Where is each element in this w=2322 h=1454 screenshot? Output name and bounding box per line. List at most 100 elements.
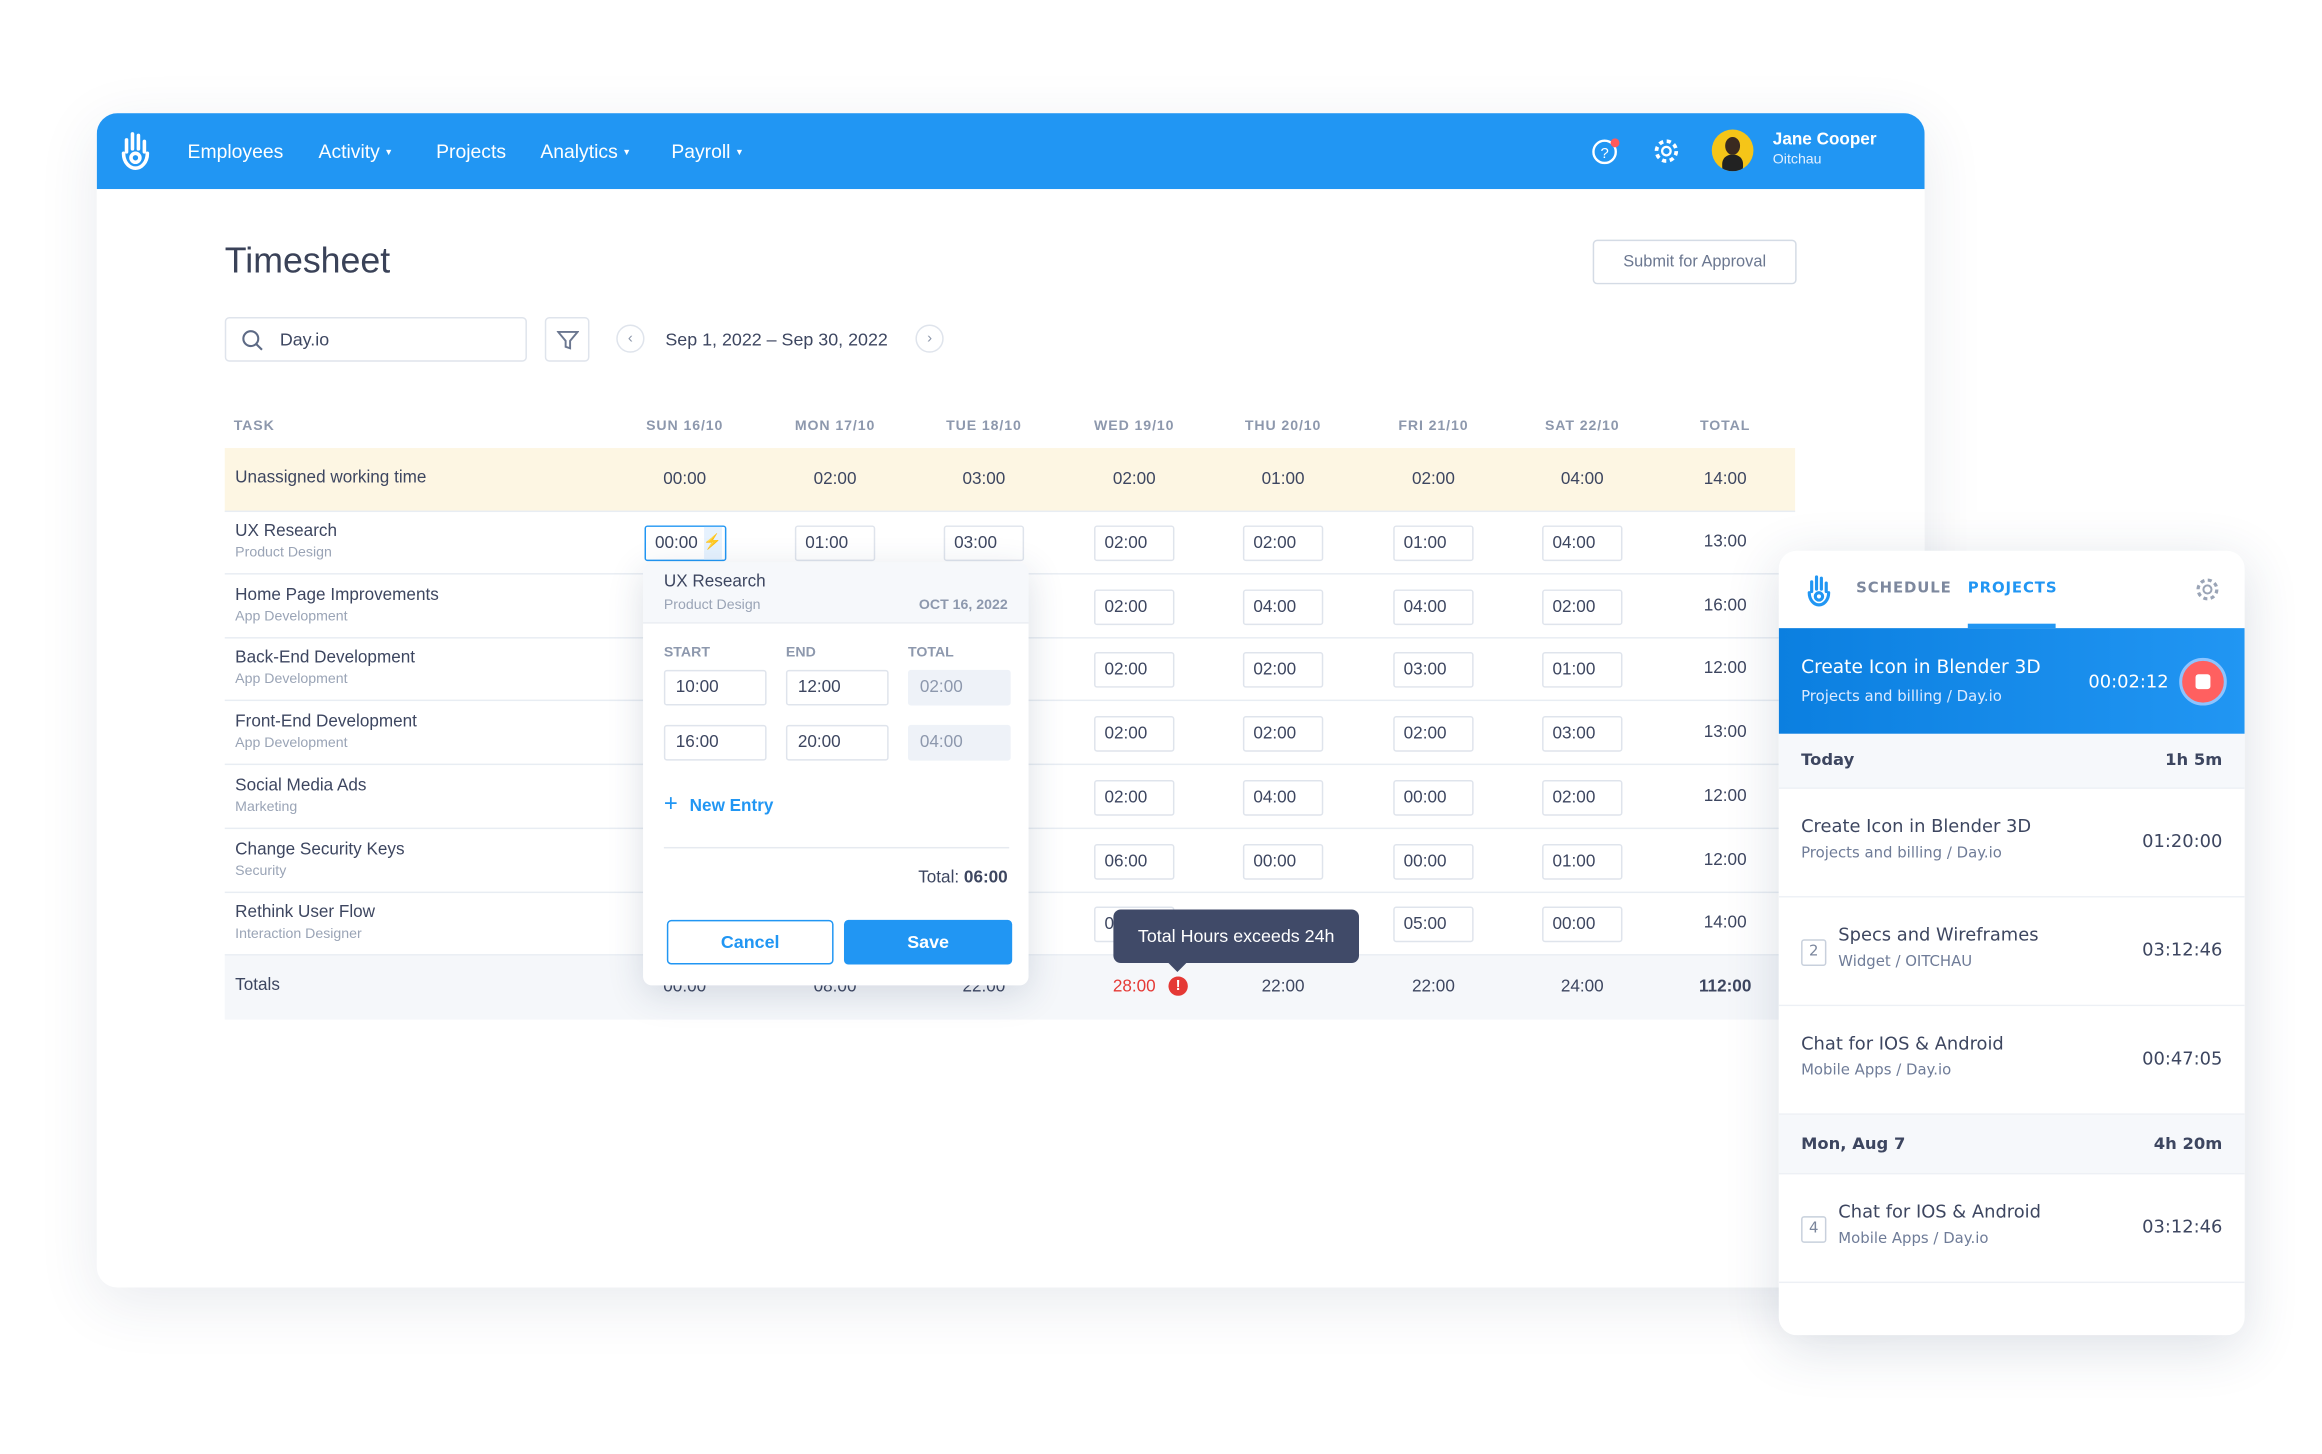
submit-for-approval-button[interactable]: Submit for Approval [1592,239,1797,285]
time-cell-input[interactable]: 02:00 [1094,525,1175,562]
total-label: Total: [918,869,960,888]
nav-analytics[interactable]: Analytics ▼ [540,140,631,162]
help-icon[interactable]: ? [1591,137,1621,167]
row-total: 16:00 [1703,596,1747,615]
time-cell-input[interactable]: 01:00 [794,525,876,562]
page-title: Timesheet [224,241,391,282]
entry-count-badge: 4 [1801,1216,1827,1243]
user-avatar[interactable] [1711,129,1754,172]
filter-button[interactable] [544,317,590,362]
time-entry-item[interactable]: Chat for IOS & Android Mobile Apps / Day.… [1778,1006,2245,1115]
task-name: Unassigned working time [235,468,427,487]
column-header: MON 17/10 [794,418,876,435]
time-cell-input[interactable]: 02:00 [1094,779,1175,816]
time-cell-input[interactable]: 02:00 [1094,588,1175,625]
time-cell-input[interactable]: 02:00 [1242,525,1324,562]
task-name: UX Research [235,522,337,541]
time-value: 04:00 [1560,470,1604,489]
time-cell-input[interactable]: 02:00 [1242,716,1324,752]
top-navbar: Employees Activity ▼ Projects Analytics ▼ Payr… [96,113,1925,190]
time-entry-item[interactable]: 4 Chat for IOS & Android Mobile Apps / Day… [1778,1174,2245,1284]
nav-payroll[interactable]: Payroll ▼ [671,140,743,162]
next-range-button[interactable]: › [915,324,944,353]
save-button[interactable]: Save [843,919,1013,965]
prev-range-button[interactable]: ‹ [616,324,645,353]
time-cell-input[interactable]: 03:00 [1393,652,1474,689]
tab-projects[interactable]: PROJECTS [1968,581,2058,597]
time-value: 02:00 [1112,470,1156,489]
active-task-title: Create Icon in Blender 3D [1801,654,2041,678]
entry-project-name: Projects and billing [1801,845,1943,862]
time-cell-input[interactable]: 01:00 [1542,652,1623,689]
time-entry-item[interactable]: 2 Specs and Wireframes Widget / OITCHAU 03:… [1778,897,2245,1007]
time-cell-input[interactable]: 03:00 [1542,716,1623,752]
tab-schedule[interactable]: SCHEDULE [1856,581,1952,597]
entry-duration: 03:12:46 [2142,1216,2223,1237]
entry-total-input: 02:00 [907,669,1011,706]
cancel-button[interactable]: Cancel [666,919,834,965]
nav-label: Analytics [540,139,618,163]
settings-gear-icon[interactable] [2194,576,2221,603]
task-project: Marketing [235,799,298,816]
time-cell-input[interactable]: 00:00 [1242,843,1324,879]
entry-client: Day.io [1943,1230,1989,1248]
chevron-right-icon: › [927,330,933,347]
time-cell-input[interactable]: 02:00 [1094,652,1175,689]
nav-label: Employees [187,139,284,163]
task-project: App Development [235,735,348,752]
time-cell-input[interactable]: 04:00 [1542,525,1623,562]
time-cell-input[interactable]: 03:00 [943,525,1025,562]
time-cell-input[interactable]: 00:00 [1542,906,1623,943]
time-cell-input[interactable]: 02:00 [1094,716,1175,752]
popover-task: UX Research [663,573,766,591]
search-icon [242,330,263,351]
search-input[interactable]: Day.io [224,317,527,362]
entry-end-input[interactable]: 12:00 [785,669,889,706]
row-total: 13:00 [1703,723,1747,742]
task-name: Totals [235,976,280,995]
time-cell-input[interactable]: 02:00 [1393,716,1474,752]
time-cell-input[interactable]: 02:00 [1242,652,1324,689]
entry-title: Create Icon in Blender 3D [1801,815,2032,837]
nav-activity[interactable]: Activity ▼ [319,140,394,162]
time-cell-input[interactable]: 05:00 [1393,906,1474,943]
time-cell-input[interactable]: 02:00 [1542,588,1623,625]
new-entry-button[interactable]: + New Entry [664,792,774,819]
new-entry-label: New Entry [689,797,774,816]
entry-duration: 00:47:05 [2142,1047,2223,1069]
warning-icon[interactable]: ! [1168,976,1188,996]
time-cell-input[interactable]: 04:00 [1393,588,1474,625]
hand-logo-icon[interactable] [119,131,152,171]
row-total: 14:00 [1703,470,1747,489]
time-entry-item[interactable]: Create Icon in Blender 3D Projects and bi… [1778,788,2245,898]
time-cell-input[interactable]: 06:00 [1094,843,1175,879]
user-name[interactable]: Jane Cooper [1773,131,1877,149]
active-project: Projects and billing [1801,689,1943,706]
nav-employees[interactable]: Employees [188,140,284,162]
stop-timer-button[interactable] [2179,657,2227,706]
time-cell-input[interactable]: 02:00 [1542,779,1623,816]
task-name: Change Security Keys [235,840,405,859]
entry-start-input[interactable]: 16:00 [663,724,767,761]
entry-duration: 03:12:46 [2142,939,2223,961]
entry-start-input[interactable]: 10:00 [663,669,767,706]
row-total: 12:00 [1703,850,1747,869]
nav-projects[interactable]: Projects [436,140,506,162]
plus-icon: + [663,791,678,818]
time-cell-input[interactable]: 00:00 [1393,843,1474,879]
time-cell-input[interactable]: 01:00 [1542,843,1623,879]
entry-end-input[interactable]: 20:00 [785,724,889,761]
time-cell-input[interactable]: 00:00 ⚡ [644,525,727,562]
settings-gear-icon[interactable] [1652,137,1680,165]
row-total: 112:00 [1698,977,1752,996]
time-cell-input[interactable]: 04:00 [1242,588,1324,625]
chevron-left-icon: ‹ [627,330,633,347]
time-cell-input[interactable]: 04:00 [1242,779,1324,816]
entry-client: Day.io [1905,1062,1952,1080]
active-timer[interactable]: Create Icon in Blender 3D Projects and b… [1778,628,2245,734]
time-cell-input[interactable]: 00:00 [1393,779,1474,816]
col-end-label: END [785,644,816,661]
task-name: Home Page Improvements [235,586,439,604]
filter-funnel-icon [556,330,580,350]
time-cell-input[interactable]: 01:00 [1393,525,1474,562]
